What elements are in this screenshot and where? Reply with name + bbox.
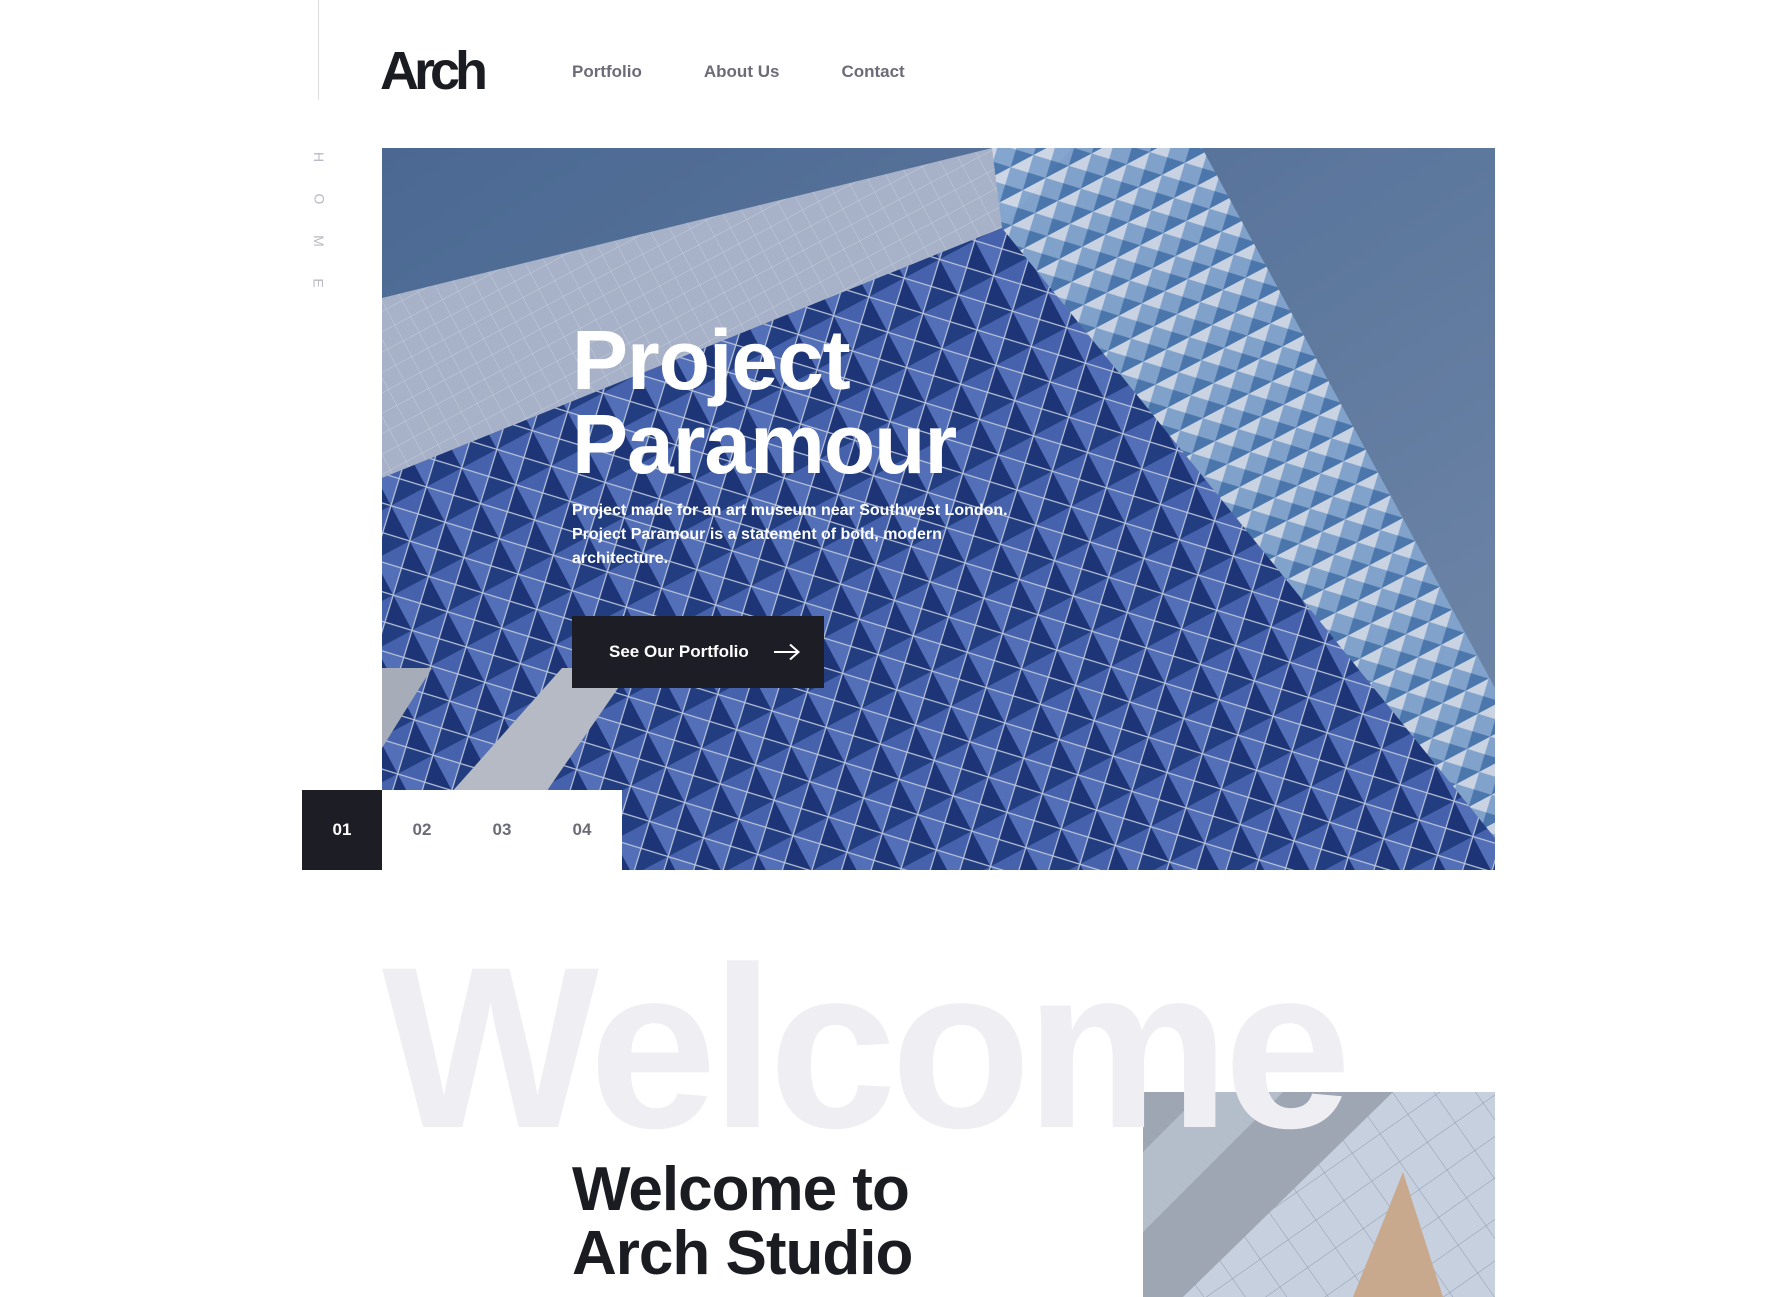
see-portfolio-button[interactable]: See Our Portfolio	[572, 616, 824, 688]
welcome-background-word: Welcome	[382, 919, 1352, 1176]
main-nav: Portfolio About Us Contact	[572, 62, 967, 82]
side-label-letter: H	[311, 151, 327, 165]
brand-logo[interactable]: Arch	[380, 44, 488, 98]
side-label-letter: O	[310, 193, 327, 207]
top-divider-line	[318, 0, 319, 100]
see-portfolio-button-label: See Our Portfolio	[609, 642, 749, 661]
nav-item-contact[interactable]: Contact	[841, 62, 904, 82]
slide-pager: 01 02 03 04	[302, 790, 622, 870]
pager-button-02[interactable]: 02	[382, 790, 462, 870]
side-label-letter: E	[311, 278, 327, 290]
side-label-letter: M	[310, 235, 327, 249]
welcome-heading-line2: Arch Studio	[572, 1219, 913, 1288]
pager-button-03[interactable]: 03	[462, 790, 542, 870]
pager-button-01[interactable]: 01	[302, 790, 382, 870]
welcome-heading-line1: Welcome to	[572, 1155, 910, 1224]
welcome-heading: Welcome to Arch Studio	[572, 1155, 913, 1288]
hero-title-line1: Project	[572, 313, 851, 407]
arrow-right-icon	[773, 643, 801, 661]
side-label-home: H O M E	[310, 150, 327, 292]
hero-slide: Project Paramour Project made for an art…	[382, 148, 1495, 870]
nav-item-portfolio[interactable]: Portfolio	[572, 62, 642, 82]
hero-description: Project made for an art museum near Sout…	[572, 502, 1008, 567]
hero-title-line2: Paramour	[572, 397, 957, 491]
nav-item-about-us[interactable]: About Us	[704, 62, 780, 82]
hero-title: Project Paramour	[572, 318, 1092, 486]
pager-button-04[interactable]: 04	[542, 790, 622, 870]
